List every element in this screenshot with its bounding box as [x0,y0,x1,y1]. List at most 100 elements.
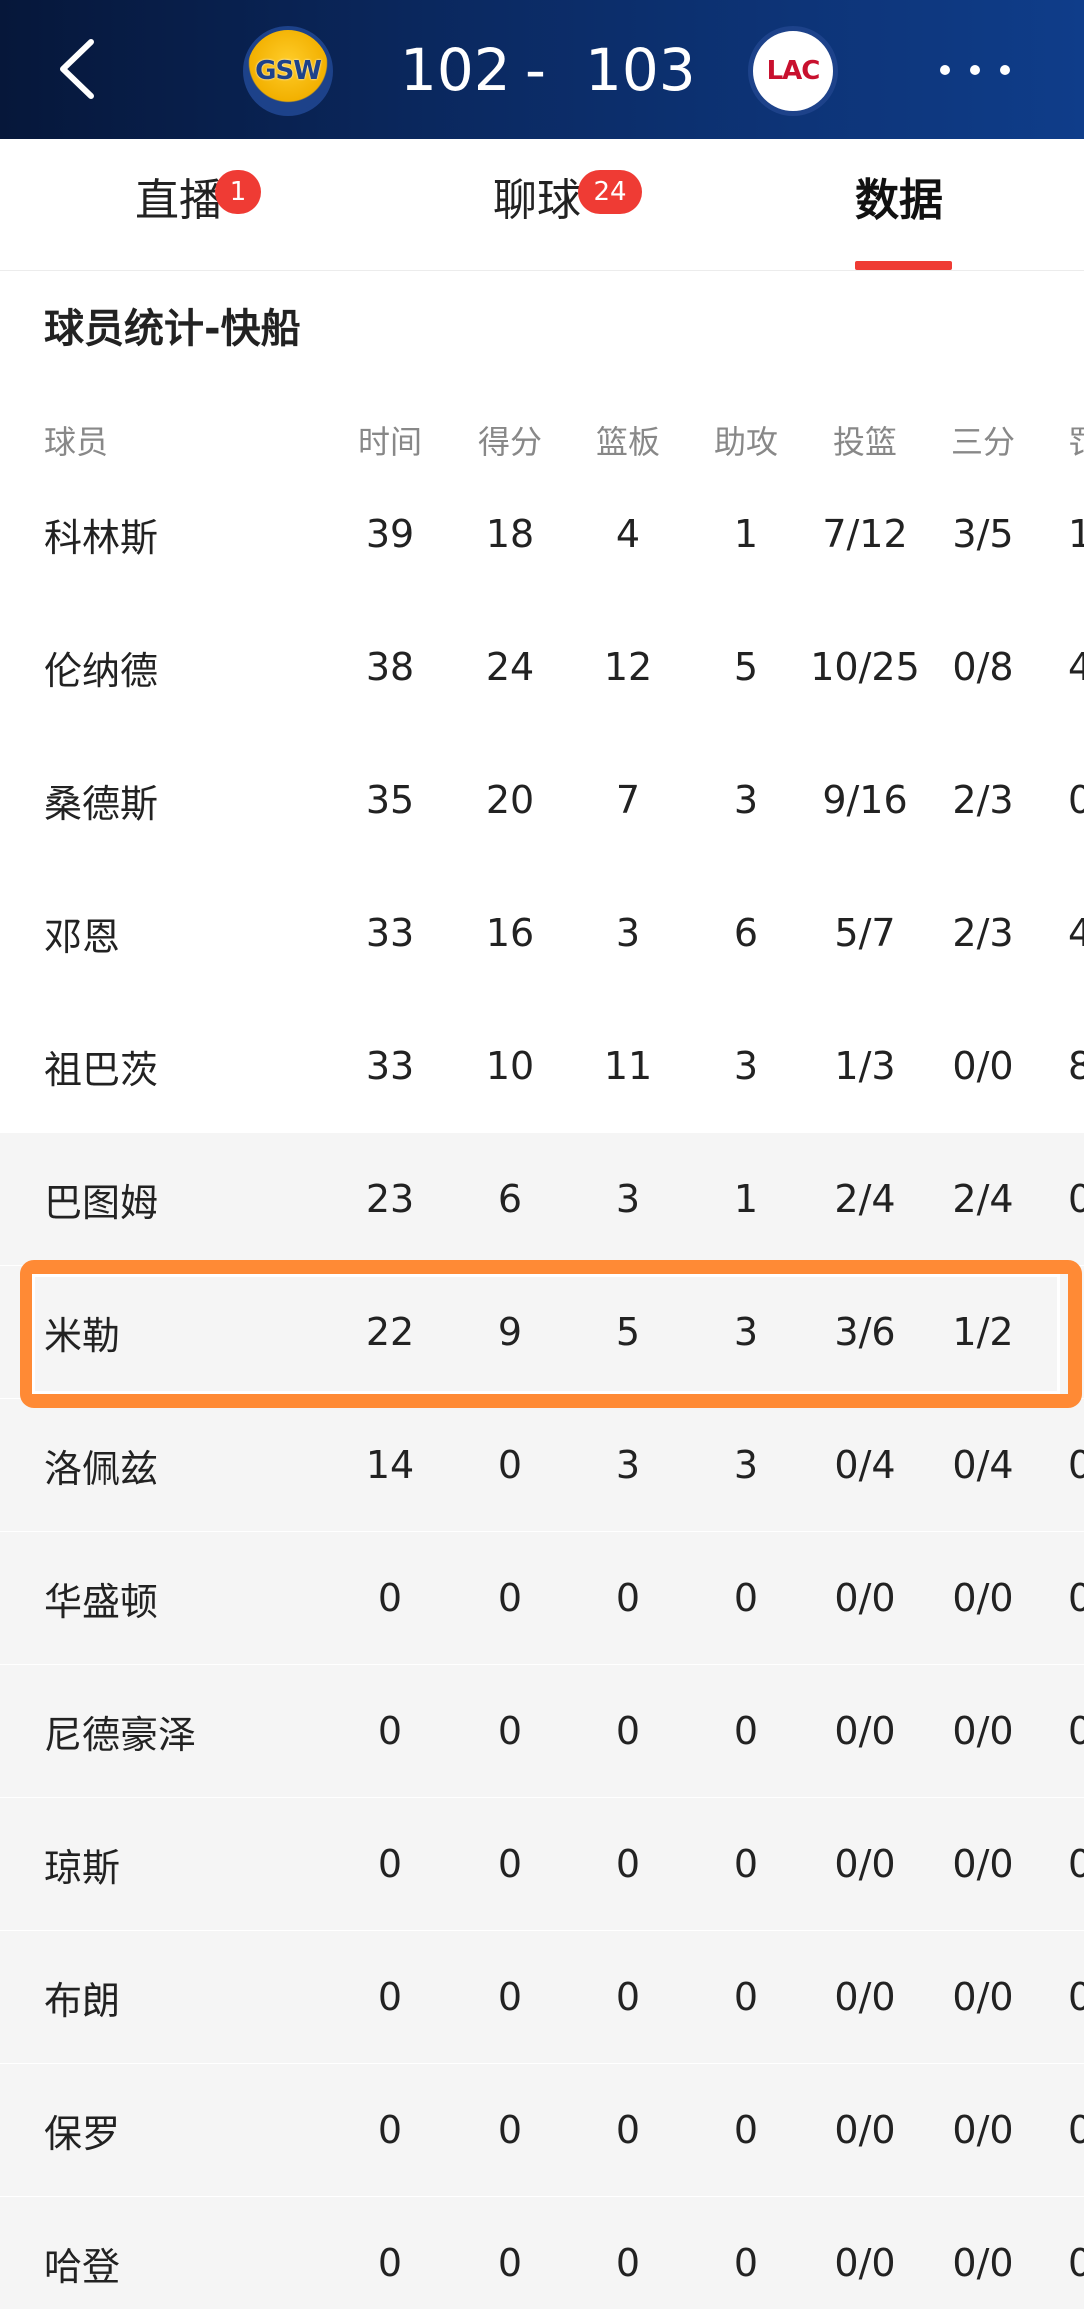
player-name[interactable]: 科林斯 [44,468,158,600]
stat-free-throws: 0 [1068,2241,1084,2285]
stat-minutes: 22 [365,1310,415,1354]
stat-rebounds: 0 [615,1975,641,2019]
back-button[interactable] [52,36,102,102]
more-options-button[interactable] [940,50,1010,90]
more-dot-icon [1000,65,1010,75]
active-tab-indicator [855,261,952,270]
stat-free-throws: 0 [1068,1842,1084,1886]
player-name[interactable]: 伦纳德 [44,601,158,733]
table-row[interactable]: 巴图姆 23 6 3 1 2/4 2/4 0 [0,1133,1084,1265]
table-row[interactable]: 保罗 0 0 0 0 0/0 0/0 0 [0,2064,1084,2196]
stat-three-pointers: 1/2 [952,1310,1014,1354]
stat-field-goals: 7/12 [822,512,908,556]
stat-rebounds: 3 [615,1443,641,1487]
stat-minutes: 0 [377,2108,403,2152]
stat-rebounds: 0 [615,1709,641,1753]
player-name[interactable]: 保罗 [44,2064,120,2196]
away-score: 103 [585,36,696,104]
player-name[interactable]: 华盛顿 [44,1532,158,1664]
stat-assists: 0 [733,1842,759,1886]
stat-points: 18 [485,512,535,556]
stat-assists: 0 [733,1975,759,2019]
stat-minutes: 0 [377,1576,403,1620]
player-name[interactable]: 琼斯 [44,1798,120,1930]
more-dot-icon [940,65,950,75]
section-title: 球员统计-快船 [44,306,301,352]
stat-free-throws: 0 [1068,778,1084,822]
away-team-abbr: LAC [766,56,821,86]
table-row[interactable]: 华盛顿 0 0 0 0 0/0 0/0 0 [0,1532,1084,1664]
home-team-abbr: GSW [255,56,322,86]
stat-minutes: 38 [365,645,415,689]
stat-assists: 0 [733,1576,759,1620]
chat-badge: 24 [578,170,642,214]
stat-minutes: 33 [365,1044,415,1088]
stat-three-pointers: 0/0 [952,2108,1014,2152]
table-row[interactable]: 洛佩兹 14 0 3 3 0/4 0/4 0 [0,1399,1084,1531]
stat-minutes: 33 [365,911,415,955]
player-name[interactable]: 洛佩兹 [44,1399,158,1531]
stat-minutes: 0 [377,1975,403,2019]
stat-minutes: 23 [365,1177,415,1221]
player-name[interactable]: 桑德斯 [44,734,158,866]
stat-three-pointers: 2/3 [952,778,1014,822]
table-row[interactable]: 科林斯 39 18 4 1 7/12 3/5 1 [0,468,1084,600]
stat-field-goals: 0/4 [834,1443,896,1487]
player-name[interactable]: 哈登 [44,2197,120,2309]
stat-field-goals: 0/0 [834,1842,896,1886]
stat-assists: 0 [733,2241,759,2285]
stat-assists: 3 [733,1044,759,1088]
stat-field-goals: 2/4 [834,1177,896,1221]
stat-three-pointers: 0/0 [952,1576,1014,1620]
stat-points: 24 [485,645,535,689]
player-name[interactable]: 邓恩 [44,867,120,999]
player-name[interactable]: 祖巴茨 [44,1000,158,1132]
stat-rebounds: 12 [603,645,653,689]
home-team-logo[interactable]: GSW [243,26,333,116]
stat-free-throws: 4 [1068,645,1084,689]
table-row[interactable]: 米勒 22 9 5 3 3/6 1/2 [0,1266,1084,1398]
stat-minutes: 39 [365,512,415,556]
player-name[interactable]: 米勒 [44,1266,120,1398]
stat-field-goals: 1/3 [834,1044,896,1088]
stat-three-pointers: 0/0 [952,1044,1014,1088]
table-row[interactable]: 祖巴茨 33 10 11 3 1/3 0/0 8 [0,1000,1084,1132]
stat-free-throws: 0 [1068,1443,1084,1487]
stat-rebounds: 0 [615,2241,641,2285]
stat-rebounds: 0 [615,1576,641,1620]
tab-live[interactable]: 直播 [135,171,223,231]
stat-free-throws: 0 [1068,1576,1084,1620]
tab-bar: 直播 聊球 数据 [0,139,1084,271]
live-badge: 1 [215,170,261,214]
stat-free-throws: 4 [1068,911,1084,955]
away-team-logo[interactable]: LAC [748,26,838,116]
stat-points: 6 [497,1177,523,1221]
stat-field-goals: 0/0 [834,1576,896,1620]
table-row[interactable]: 邓恩 33 16 3 6 5/7 2/3 4 [0,867,1084,999]
table-row[interactable]: 尼德豪泽 0 0 0 0 0/0 0/0 0 [0,1665,1084,1797]
player-name[interactable]: 布朗 [44,1931,120,2063]
stat-three-pointers: 0/0 [952,1709,1014,1753]
table-row[interactable]: 伦纳德 38 24 12 5 10/25 0/8 4 [0,601,1084,733]
stat-points: 0 [497,1443,523,1487]
table-row[interactable]: 琼斯 0 0 0 0 0/0 0/0 0 [0,1798,1084,1930]
stat-assists: 3 [733,778,759,822]
stat-points: 20 [485,778,535,822]
game-header: GSW 102 - 103 LAC [0,0,1084,139]
more-dot-icon [970,65,980,75]
tab-stats[interactable]: 数据 [855,171,943,231]
table-row[interactable]: 哈登 0 0 0 0 0/0 0/0 0 [0,2197,1084,2309]
player-name[interactable]: 巴图姆 [44,1133,158,1265]
tab-chat[interactable]: 聊球 [493,171,581,231]
stat-minutes: 0 [377,1842,403,1886]
stat-assists: 3 [733,1443,759,1487]
stat-rebounds: 4 [615,512,641,556]
table-row[interactable]: 布朗 0 0 0 0 0/0 0/0 0 [0,1931,1084,2063]
stat-rebounds: 3 [615,911,641,955]
stat-free-throws: 0 [1068,1975,1084,2019]
table-row[interactable]: 桑德斯 35 20 7 3 9/16 2/3 0 [0,734,1084,866]
home-score: 102 [400,36,511,104]
stat-field-goals: 0/0 [834,1709,896,1753]
stat-minutes: 35 [365,778,415,822]
player-name[interactable]: 尼德豪泽 [44,1665,196,1797]
